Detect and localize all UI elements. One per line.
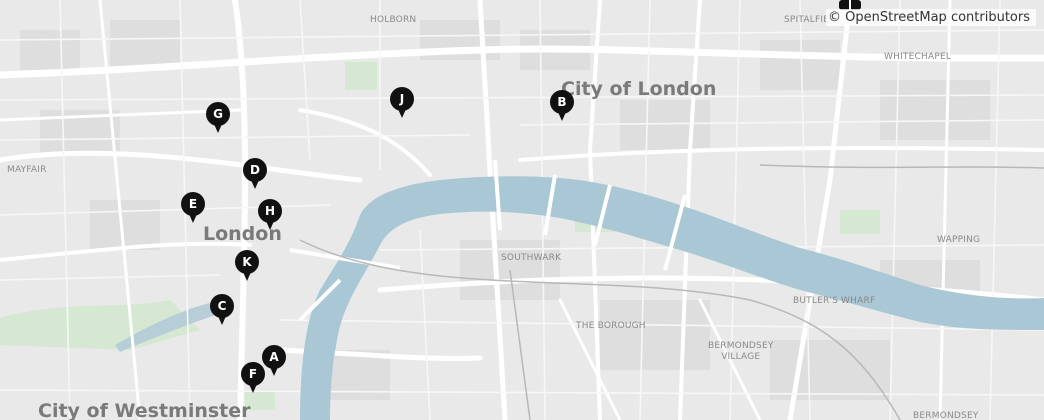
marker-e[interactable]: E: [180, 192, 206, 226]
marker-k-label: K: [242, 255, 252, 269]
marker-g-label: G: [213, 107, 223, 121]
label-mayfair: MAYFAIR: [7, 165, 47, 175]
marker-j-label: J: [399, 92, 405, 106]
marker-h[interactable]: H: [257, 199, 283, 233]
base-map: [0, 0, 1044, 420]
label-wapping: WAPPING: [937, 235, 981, 245]
label-the-borough: THE BOROUGH: [576, 321, 646, 331]
map[interactable]: City of London London City of Westminste…: [0, 0, 1044, 420]
marker-d[interactable]: D: [242, 158, 268, 192]
marker-f[interactable]: F: [240, 362, 266, 396]
label-whitechapel: WHITECHAPEL: [884, 52, 952, 62]
marker-b-label: B: [557, 95, 567, 109]
marker-c[interactable]: C: [209, 294, 235, 328]
label-butlers-wharf: BUTLER'S WHARF: [793, 296, 876, 306]
marker-g[interactable]: G: [205, 102, 231, 136]
label-bermondsey: BERMONDSEY: [913, 411, 979, 420]
marker-f-label: F: [248, 367, 258, 381]
marker-k[interactable]: K: [234, 250, 260, 284]
marker-h-label: H: [264, 204, 276, 218]
marker-e-label: E: [188, 197, 198, 211]
marker-j[interactable]: J: [389, 87, 415, 121]
label-city-of-london: City of London: [561, 78, 717, 100]
marker-d-label: D: [250, 163, 260, 177]
label-city-of-westminster: City of Westminster: [38, 400, 251, 420]
map-attribution[interactable]: © OpenStreetMap contributors: [826, 9, 1036, 26]
label-spitalfields: SPITALFIE: [784, 15, 830, 25]
label-southwark: SOUTHWARK: [501, 253, 562, 263]
marker-b[interactable]: B: [549, 90, 575, 124]
label-bermondsey-village: BERMONDSEY VILLAGE: [708, 341, 774, 362]
label-holborn: HOLBORN: [370, 15, 417, 25]
marker-c-label: C: [217, 299, 227, 313]
